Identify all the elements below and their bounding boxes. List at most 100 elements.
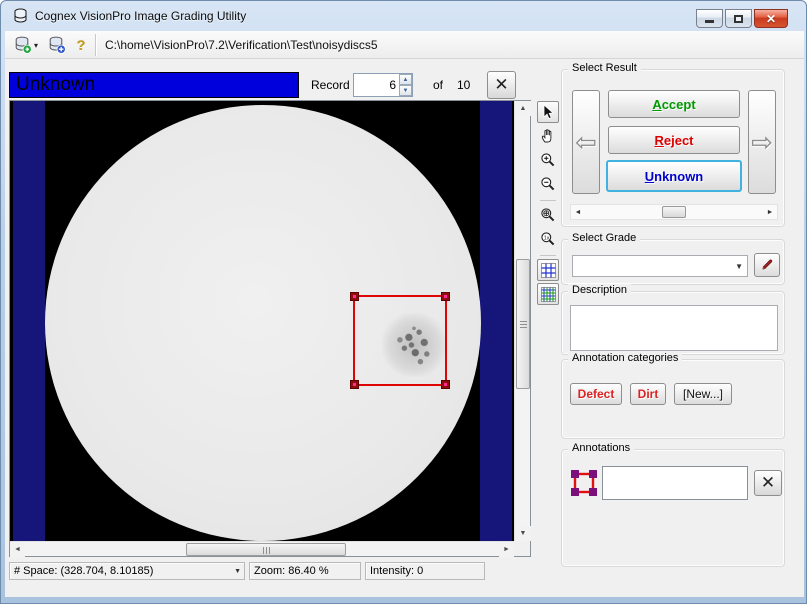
toolstrip-separator [540, 255, 556, 256]
restore-button[interactable] [725, 9, 752, 28]
annotation-rect-icon [570, 469, 598, 497]
annotations-title: Annotations [568, 442, 634, 454]
scroll-down-icon: ▼ [520, 530, 527, 537]
resize-handle-br[interactable] [441, 380, 450, 389]
zoom-actual-size-tool-button[interactable]: 1x [537, 228, 559, 250]
minimize-button[interactable] [696, 9, 723, 28]
annotation-selection-rect[interactable] [353, 295, 447, 386]
select-result-group: Select Result ⇦ Accept Reject Unknown ⇨ … [561, 69, 785, 227]
previous-record-button[interactable]: ⇦ [572, 90, 600, 194]
clear-record-button[interactable]: ✕ [487, 71, 516, 99]
slider-thumb[interactable] [662, 206, 686, 218]
toolstrip-separator [540, 200, 556, 201]
pointer-tool-button[interactable] [537, 101, 559, 123]
zoom-level: Zoom: 86.40 % [254, 565, 329, 577]
resize-handle-tr[interactable] [441, 292, 450, 301]
scroll-down-button[interactable]: ▼ [515, 526, 531, 541]
new-category-button[interactable]: [New...] [674, 383, 732, 405]
vertical-scroll-thumb[interactable] [516, 259, 530, 389]
zoom-in-icon [540, 152, 556, 168]
grade-banner: Unknown [9, 72, 299, 98]
record-number-input[interactable] [354, 74, 398, 96]
toolbar-separator [95, 34, 96, 56]
intensity-value: Intensity: 0 [370, 565, 423, 577]
delete-annotation-icon: ✕ [761, 473, 775, 493]
scroll-left-button[interactable]: ◄ [10, 542, 25, 557]
description-title: Description [568, 284, 631, 296]
annotation-categories-title: Annotation categories [568, 352, 682, 364]
scroll-up-button[interactable]: ▲ [515, 101, 531, 116]
unknown-button[interactable]: Unknown [606, 160, 742, 192]
zoom-out-tool-button[interactable] [537, 173, 559, 195]
grade-combobox[interactable]: ▼ [572, 255, 748, 277]
close-button[interactable]: ✕ [754, 9, 788, 28]
horizontal-scrollbar[interactable]: ◄ ► [10, 541, 514, 556]
select-grade-title: Select Grade [568, 232, 640, 244]
image-right-bar [480, 101, 512, 541]
title-bar[interactable]: Cognex VisionPro Image Grading Utility ✕ [1, 1, 806, 31]
description-input[interactable] [570, 305, 778, 351]
open-dropdown-caret-icon[interactable]: ▾ [34, 41, 38, 50]
main-toolbar: ▾ ? C:\home\VisionPro\7.2\Verification\T… [5, 31, 804, 59]
intensity-status-panel: Intensity: 0 [365, 562, 485, 580]
next-record-button[interactable]: ⇨ [748, 90, 776, 194]
scroll-left-icon: ◄ [14, 546, 21, 553]
resize-handle-tl[interactable] [350, 292, 359, 301]
horizontal-scroll-thumb[interactable] [186, 543, 346, 556]
combo-caret-icon: ▼ [735, 262, 743, 271]
svg-text:1x: 1x [544, 235, 550, 241]
spinner-up-icon: ▲ [403, 77, 409, 83]
zoom-1x-icon: 1x [540, 231, 556, 247]
restore-icon [734, 15, 743, 23]
slider-right-icon[interactable]: ► [763, 205, 777, 219]
scrollbar-corner [514, 541, 530, 556]
database-path: C:\home\VisionPro\7.2\Verification\Test\… [105, 38, 378, 52]
help-button[interactable]: ? [71, 34, 91, 56]
spinner-down-button[interactable]: ▼ [399, 85, 412, 96]
grid-tool-button[interactable] [537, 259, 559, 281]
edit-grades-button[interactable] [754, 253, 780, 277]
zoom-in-tool-button[interactable] [537, 149, 559, 171]
new-database-button[interactable] [45, 34, 69, 56]
pan-tool-button[interactable] [537, 125, 559, 147]
delete-annotation-button[interactable]: ✕ [754, 470, 782, 496]
zoom-out-icon [540, 176, 556, 192]
pixel-grid-tool-button[interactable] [537, 283, 559, 305]
defect-category-button[interactable]: Defect [570, 383, 622, 405]
zoom-fit-tool-button[interactable] [537, 204, 559, 226]
zoom-status-panel: Zoom: 86.40 % [249, 562, 361, 580]
grid-icon [541, 263, 556, 278]
database-open-icon [14, 36, 32, 54]
scroll-up-icon: ▲ [520, 105, 527, 112]
close-icon: ✕ [766, 12, 776, 26]
zoom-fit-icon [540, 207, 556, 223]
pixel-grid-icon [541, 287, 556, 302]
next-arrow-icon: ⇨ [751, 127, 773, 158]
hand-icon [540, 128, 556, 144]
window-title: Cognex VisionPro Image Grading Utility [35, 9, 246, 23]
vertical-scrollbar[interactable]: ▲ ▼ [514, 101, 530, 541]
database-new-icon [48, 36, 66, 54]
space-dropdown-icon[interactable]: ▼ [234, 568, 241, 575]
reject-button[interactable]: Reject [608, 126, 740, 154]
pencil-icon [760, 258, 774, 272]
scroll-right-icon: ► [503, 546, 510, 553]
clear-record-icon: ✕ [494, 75, 508, 95]
spinner-up-button[interactable]: ▲ [399, 74, 412, 85]
dirt-category-button[interactable]: Dirt [630, 383, 666, 405]
accept-button[interactable]: Accept [608, 90, 740, 118]
resize-handle-bl[interactable] [350, 380, 359, 389]
record-position-slider[interactable]: ◄ ► [570, 204, 778, 220]
image-canvas[interactable] [10, 101, 514, 541]
slider-left-icon[interactable]: ◄ [571, 205, 585, 219]
record-total: 10 [457, 78, 470, 92]
select-result-title: Select Result [568, 62, 641, 74]
open-database-button[interactable]: ▾ [10, 34, 42, 56]
app-database-icon [13, 8, 29, 24]
select-grade-group: Select Grade ▼ [561, 239, 785, 285]
annotation-text-input[interactable] [602, 466, 748, 500]
description-group: Description [561, 291, 785, 355]
app-window: Cognex VisionPro Image Grading Utility ✕… [0, 0, 807, 604]
scroll-right-button[interactable]: ► [499, 542, 514, 557]
space-status-panel[interactable]: # Space: (328.704, 8.10185) ▼ [9, 562, 245, 580]
